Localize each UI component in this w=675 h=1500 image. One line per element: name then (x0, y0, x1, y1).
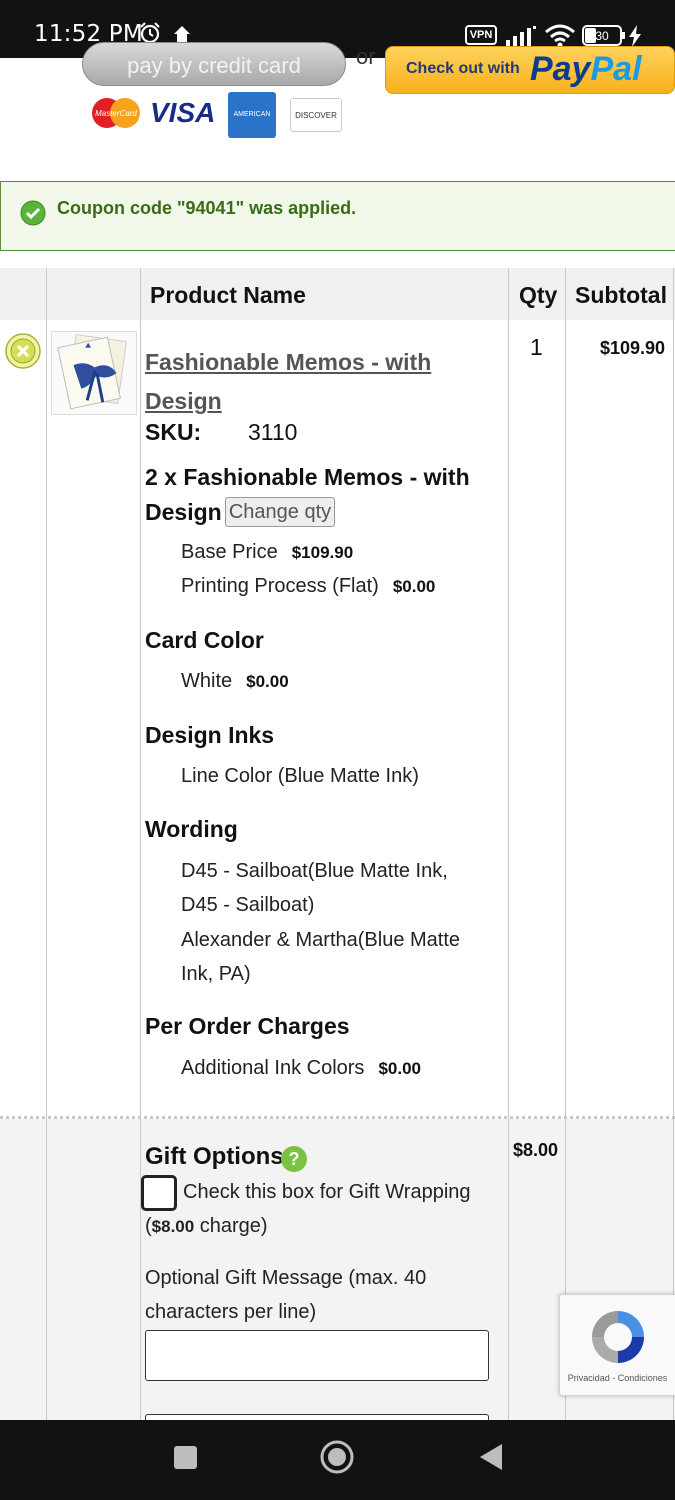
gift-wrap-checkbox[interactable] (141, 1175, 177, 1211)
paypal-logo: PayPal (530, 50, 642, 88)
product-name-link[interactable]: Fashionable Memos - with Design (145, 343, 485, 421)
home-button[interactable] (320, 1440, 354, 1474)
card-color-line: White $0.00 (181, 670, 289, 692)
column-divider (46, 268, 47, 1420)
gift-message-input[interactable] (145, 1330, 489, 1381)
signal-icon (506, 26, 536, 46)
wording-line-2: Alexander & Martha(Blue Matte Ink, PA) (181, 929, 461, 985)
mastercard-icon: MasterCard (92, 98, 140, 128)
design-inks-heading: Design Inks (145, 722, 275, 748)
header-qty: Qty (519, 282, 558, 308)
success-check-icon (20, 200, 46, 226)
header-subtotal: Subtotal (575, 282, 667, 308)
alarm-icon (140, 22, 160, 44)
product-thumbnail[interactable] (51, 331, 137, 415)
pay-by-credit-card-label: pay by credit card (127, 53, 301, 78)
wording-heading: Wording (145, 816, 238, 842)
sku-label: SKU: (145, 419, 202, 445)
paypal-prefix: Check out with (406, 60, 520, 77)
gift-price: $8.00 (513, 1140, 559, 1160)
recaptcha-badge[interactable]: Privacidad - Condiciones (559, 1294, 675, 1396)
gift-message-label: Optional Gift Message (max. 40 character… (145, 1267, 427, 1323)
battery-level: 30 (595, 29, 609, 43)
per-order-charges-heading: Per Order Charges (145, 1013, 350, 1039)
vpn-icon: VPN (465, 25, 497, 45)
gift-options-title: Gift Options (145, 1143, 284, 1170)
recents-button[interactable] (174, 1446, 197, 1469)
svg-text:MasterCard: MasterCard (95, 109, 137, 118)
card-color-heading: Card Color (145, 627, 264, 653)
wifi-icon (545, 24, 575, 48)
paypal-checkout-button[interactable]: Check out with PayPal (385, 46, 675, 94)
gift-wrap-label: Check this box for Gift Wrapping ($8.00 … (145, 1181, 471, 1237)
home-status-icon (174, 26, 190, 42)
sku-value: 3110 (248, 419, 298, 445)
recaptcha-icon (592, 1311, 644, 1363)
visa-icon: VISA (150, 97, 216, 128)
cart-table-header (0, 268, 675, 320)
coupon-message: Coupon code "94041" was applied. (57, 198, 357, 218)
recaptcha-terms[interactable]: Privacidad - Condiciones (560, 1373, 675, 1383)
printing-process-line: Printing Process (Flat) $0.00 (181, 575, 436, 597)
header-product-name: Product Name (150, 282, 306, 308)
wording-line-1: D45 - Sailboat(Blue Matte Ink, D45 - Sai… (181, 860, 448, 916)
item-subtotal: $109.90 (600, 338, 666, 358)
battery-icon: 30 (582, 25, 625, 46)
back-button[interactable] (478, 1443, 504, 1471)
discover-icon: DISCOVER (290, 98, 342, 132)
design-inks-line: Line Color (Blue Matte Ink) (181, 765, 419, 787)
coupon-notice: Coupon code "94041" was applied. (0, 181, 675, 251)
pay-by-credit-card-button[interactable]: pay by credit card (82, 42, 346, 86)
amex-icon: AMERICAN EXPRESS (228, 92, 276, 164)
or-separator: or (356, 44, 376, 69)
column-divider (565, 268, 566, 1420)
column-divider (140, 268, 141, 1420)
help-icon[interactable]: ? (281, 1146, 307, 1172)
base-price-line: Base Price $109.90 (181, 541, 354, 563)
remove-item-icon[interactable] (5, 333, 41, 369)
charging-icon (629, 25, 641, 47)
row-divider (0, 1116, 675, 1119)
item-qty: 1 (530, 334, 543, 360)
column-divider (673, 268, 674, 1420)
change-qty-button[interactable]: Change qty (225, 497, 335, 527)
additional-ink-line: Additional Ink Colors $0.00 (181, 1057, 421, 1079)
column-divider (508, 268, 509, 1420)
